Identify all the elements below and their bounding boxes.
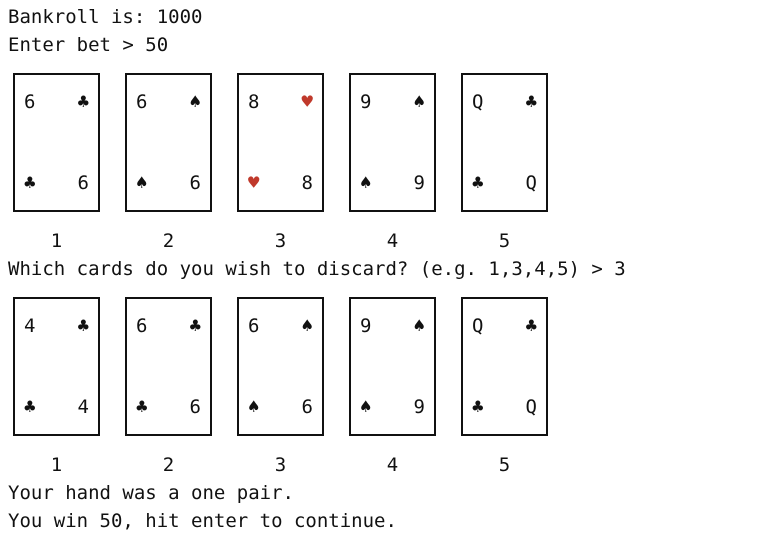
spade-icon: ♠ (189, 91, 201, 113)
card: Q ♣ ♣ Q (461, 297, 548, 436)
card: 4 ♣ ♣ 4 (13, 297, 100, 436)
win-prompt-line: You win 50, hit enter to continue. (8, 510, 397, 532)
club-icon: ♣ (77, 91, 89, 113)
card: 6 ♣ ♣ 6 (13, 73, 100, 212)
result-line: Your hand was a one pair. (8, 482, 294, 504)
card-rank: 8 (301, 172, 313, 194)
hand-2-indices: 1 2 3 4 5 (13, 453, 553, 477)
card-index: 2 (162, 230, 175, 252)
card: 8 ♥ ♥ 8 (237, 73, 324, 212)
card: Q ♣ ♣ Q (461, 73, 548, 212)
club-icon: ♣ (525, 91, 537, 113)
spade-icon: ♠ (360, 396, 372, 418)
club-icon: ♣ (472, 172, 484, 194)
club-icon: ♣ (24, 396, 36, 418)
card-rank: 4 (77, 396, 89, 418)
spade-icon: ♠ (360, 172, 372, 194)
card-rank: Q (525, 396, 537, 418)
club-icon: ♣ (189, 315, 201, 337)
card: 6 ♠ ♠ 6 (237, 297, 324, 436)
card-rank: 9 (413, 396, 425, 418)
heart-icon: ♥ (248, 172, 260, 194)
card-rank: 9 (360, 91, 372, 113)
card: 6 ♠ ♠ 6 (125, 73, 212, 212)
card-rank: 4 (24, 315, 36, 337)
hand-2: 4 ♣ ♣ 4 6 ♣ ♣ 6 6 ♠ ♠ 6 9 ♠ ♠ 9 Q ♣ ♣ Q (13, 297, 553, 440)
card-rank: 6 (24, 91, 36, 113)
card-rank: 6 (189, 396, 201, 418)
hand-1-indices: 1 2 3 4 5 (13, 229, 553, 253)
card-rank: 6 (136, 91, 148, 113)
card-index: 5 (498, 230, 511, 252)
card: 9 ♠ ♠ 9 (349, 73, 436, 212)
card-index: 1 (50, 230, 63, 252)
club-icon: ♣ (472, 396, 484, 418)
card-index: 2 (162, 454, 175, 476)
spade-icon: ♠ (136, 172, 148, 194)
card: 9 ♠ ♠ 9 (349, 297, 436, 436)
club-icon: ♣ (525, 315, 537, 337)
club-icon: ♣ (77, 315, 89, 337)
card-index: 3 (274, 454, 287, 476)
card-rank: 9 (413, 172, 425, 194)
card: 6 ♣ ♣ 6 (125, 297, 212, 436)
spade-icon: ♠ (248, 396, 260, 418)
bet-prompt-line: Enter bet > 50 (8, 34, 169, 56)
card-rank: 6 (301, 396, 313, 418)
card-rank: Q (525, 172, 537, 194)
spade-icon: ♠ (413, 315, 425, 337)
card-rank: 9 (360, 315, 372, 337)
club-icon: ♣ (24, 172, 36, 194)
card-rank: Q (472, 315, 484, 337)
card-index: 4 (386, 454, 399, 476)
card-rank: 6 (189, 172, 201, 194)
spade-icon: ♠ (301, 315, 313, 337)
discard-prompt-line: Which cards do you wish to discard? (e.g… (8, 258, 626, 280)
card-rank: 8 (248, 91, 260, 113)
hand-1: 6 ♣ ♣ 6 6 ♠ ♠ 6 8 ♥ ♥ 8 9 ♠ ♠ 9 Q ♣ ♣ Q (13, 73, 553, 216)
club-icon: ♣ (136, 396, 148, 418)
card-index: 4 (386, 230, 399, 252)
card-index: 3 (274, 230, 287, 252)
card-rank: 6 (136, 315, 148, 337)
bankroll-line: Bankroll is: 1000 (8, 6, 203, 28)
card-rank: 6 (77, 172, 89, 194)
spade-icon: ♠ (413, 91, 425, 113)
card-index: 5 (498, 454, 511, 476)
card-rank: Q (472, 91, 484, 113)
card-rank: 6 (248, 315, 260, 337)
heart-icon: ♥ (301, 91, 313, 113)
card-index: 1 (50, 454, 63, 476)
